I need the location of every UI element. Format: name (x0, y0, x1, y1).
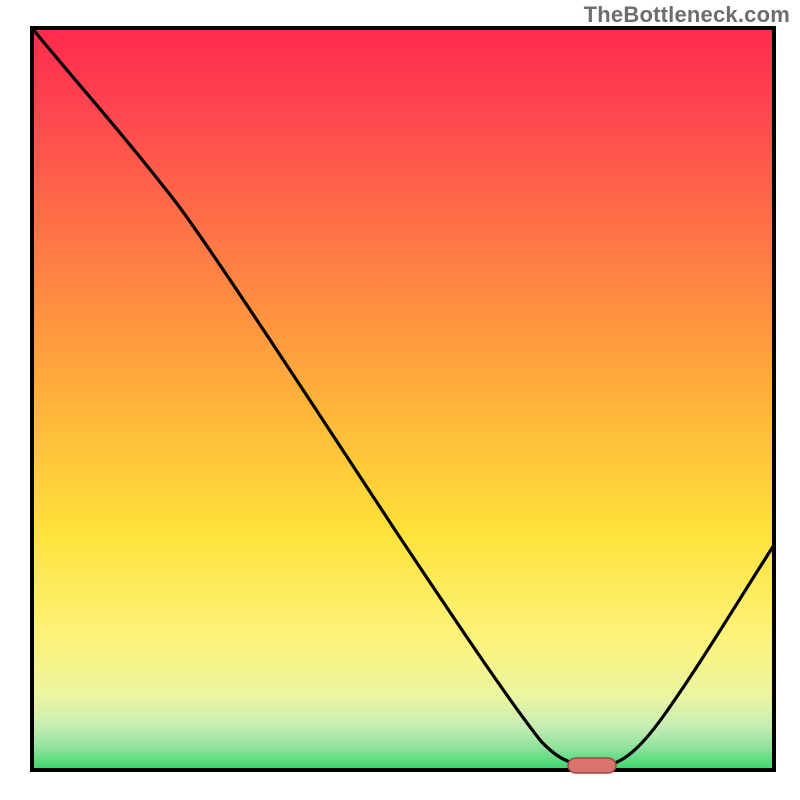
chart-frame: TheBottleneck.com (0, 0, 800, 800)
optimal-marker (568, 758, 616, 773)
gradient-background (32, 28, 774, 770)
bottleneck-chart (0, 0, 800, 800)
